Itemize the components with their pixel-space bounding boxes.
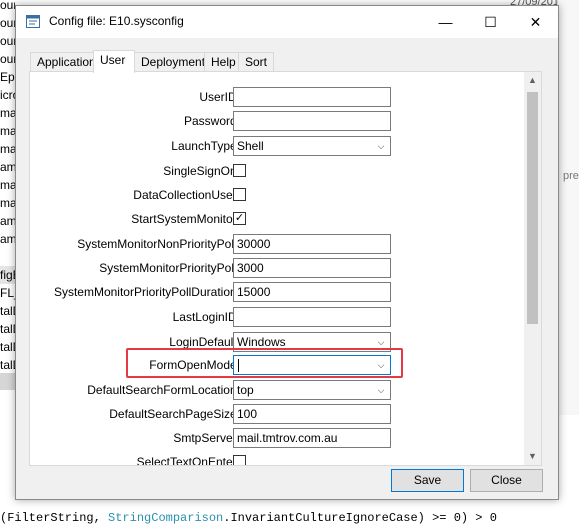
vertical-scrollbar[interactable]: ▲ ▼ — [524, 72, 541, 465]
datacollectionuser-label: DataCollectionUser: — [133, 188, 240, 202]
selecttextonenter-checkbox[interactable] — [233, 455, 246, 465]
scroll-thumb[interactable] — [527, 92, 538, 324]
close-window-button[interactable]: ✕ — [513, 6, 558, 38]
list-item[interactable]: figE — [0, 266, 15, 284]
list-item[interactable]: talD — [0, 320, 15, 338]
tab-sort[interactable]: Sort — [238, 52, 274, 71]
list-item[interactable]: amo — [0, 158, 15, 176]
list-item[interactable]: ma — [0, 104, 15, 122]
row-password: Password: — [30, 111, 524, 133]
launchtype-select[interactable]: Shell ⌵ — [233, 136, 391, 156]
maximize-button[interactable]: ☐ — [468, 6, 513, 38]
logindefault-label: LoginDefault: — [169, 335, 240, 349]
checkmark-icon: ✓ — [234, 212, 245, 224]
save-button[interactable]: Save — [391, 469, 464, 492]
list-item[interactable]: ourn — [0, 14, 15, 32]
row-defaultsearchformlocation: DefaultSearchFormLocation: top ⌵ — [30, 380, 524, 402]
row-datacollectionuser: DataCollectionUser: — [30, 185, 524, 207]
row-userid: UserID: — [30, 87, 524, 109]
defaultsearchformlocation-select[interactable]: top ⌵ — [233, 380, 391, 400]
row-selecttextonenter: SelectTextOnEnter: — [30, 452, 524, 465]
chevron-down-icon[interactable]: ⌵ — [375, 137, 387, 155]
minimize-button[interactable]: — — [423, 6, 468, 38]
list-item[interactable]: icro — [0, 86, 15, 104]
prioritypollduration-label: SystemMonitorPriorityPollDuration: — [53, 285, 240, 299]
row-startsystemmonitor: StartSystemMonitor: ✓ — [30, 209, 524, 231]
chevron-down-icon[interactable]: ⌵ — [375, 381, 387, 399]
background-right-pane — [557, 0, 579, 415]
row-nonprioritypoll: SystemMonitorNonPriorityPoll: 30000 — [30, 234, 524, 256]
settings-file-icon — [26, 15, 40, 28]
formopenmode-annotation-box — [126, 348, 403, 378]
close-button[interactable]: Close — [470, 469, 543, 492]
logindefault-value: Windows — [237, 335, 286, 349]
prioritypoll-label: SystemMonitorPriorityPoll: — [99, 261, 240, 275]
defaultsearchpagesize-field[interactable]: 100 — [233, 404, 391, 424]
config-dialog: Config file: E10.sysconfig — ☐ ✕ Applica… — [15, 5, 559, 500]
tab-help[interactable]: Help — [204, 52, 239, 71]
list-item[interactable]: talD — [0, 356, 15, 374]
list-item[interactable]: FL_ — [0, 284, 15, 302]
row-launchtype: LaunchType: Shell ⌵ — [30, 136, 524, 158]
list-item[interactable]: Epic — [0, 68, 15, 86]
list-item[interactable]: ma — [0, 122, 15, 140]
row-singlesignon: SingleSignOn: — [30, 161, 524, 183]
lastloginid-field[interactable] — [233, 307, 391, 327]
userid-field[interactable] — [233, 87, 391, 107]
list-item[interactable]: ourn Micro.dll — [0, 0, 15, 14]
list-item[interactable]: talD — [0, 338, 15, 356]
tab-user[interactable]: User — [93, 50, 135, 73]
list-item[interactable]: amo — [0, 230, 15, 248]
lastloginid-label: LastLoginID: — [172, 310, 240, 324]
launchtype-value: Shell — [237, 139, 264, 153]
singlesignon-checkbox[interactable] — [233, 164, 246, 177]
selecttextonenter-label: SelectTextOnEnter: — [136, 455, 240, 465]
row-smtpserver: SmtpServer: mail.tmtrov.com.au — [30, 428, 524, 450]
row-defaultsearchpagesize: DefaultSearchPageSize: 100 — [30, 404, 524, 426]
list-item[interactable]: ma — [0, 140, 15, 158]
tab-application[interactable]: Application — [30, 52, 96, 71]
launchtype-label: LaunchType: — [171, 139, 240, 153]
startsystemmonitor-label: StartSystemMonitor: — [131, 212, 240, 226]
scroll-up-icon[interactable]: ▲ — [524, 72, 541, 89]
row-lastloginid: LastLoginID: — [30, 307, 524, 329]
row-prioritypoll: SystemMonitorPriorityPoll: 3000 — [30, 258, 524, 280]
row-prioritypollduration: SystemMonitorPriorityPollDuration: 15000 — [30, 282, 524, 304]
tab-deployment[interactable]: Deployment — [134, 52, 205, 71]
defaultsearchformlocation-label: DefaultSearchFormLocation: — [87, 383, 240, 397]
list-item[interactable]: amo — [0, 212, 15, 230]
background-text-fragment: pre — [563, 170, 579, 182]
prioritypoll-field[interactable]: 3000 — [233, 258, 391, 278]
list-item[interactable]: talD — [0, 302, 15, 320]
solution-explorer-fragment: ourn Micro.dll ourn ourn ourn Epic icro … — [0, 0, 15, 390]
list-item[interactable]: ma — [0, 194, 15, 212]
smtpserver-label: SmtpServer: — [173, 431, 240, 445]
horizontal-scrollbar[interactable] — [0, 373, 15, 390]
prioritypollduration-field[interactable]: 15000 — [233, 282, 391, 302]
smtpserver-field[interactable]: mail.tmtrov.com.au — [233, 428, 391, 448]
nonprioritypoll-label: SystemMonitorNonPriorityPoll: — [77, 237, 240, 251]
singlesignon-label: SingleSignOn: — [163, 164, 240, 178]
scroll-down-icon[interactable]: ▼ — [524, 448, 541, 465]
dialog-title: Config file: E10.sysconfig — [49, 14, 184, 28]
list-item[interactable]: ourn — [0, 32, 15, 50]
startsystemmonitor-checkbox[interactable]: ✓ — [233, 212, 246, 225]
datacollectionuser-checkbox[interactable] — [233, 188, 246, 201]
list-item[interactable]: ourn — [0, 50, 15, 68]
defaultsearchpagesize-label: DefaultSearchPageSize: — [109, 407, 240, 421]
title-bar[interactable]: Config file: E10.sysconfig — ☐ ✕ — [16, 6, 558, 38]
defaultsearchformlocation-value: top — [237, 383, 254, 397]
list-item[interactable]: ma — [0, 176, 15, 194]
nonprioritypoll-field[interactable]: 30000 — [233, 234, 391, 254]
settings-scroll-area[interactable]: UserID: Password: LaunchType: Shell ⌵ Si… — [30, 72, 524, 465]
password-label: Password: — [183, 114, 240, 128]
password-field[interactable] — [233, 111, 391, 131]
user-settings-panel: UserID: Password: LaunchType: Shell ⌵ Si… — [29, 71, 542, 466]
